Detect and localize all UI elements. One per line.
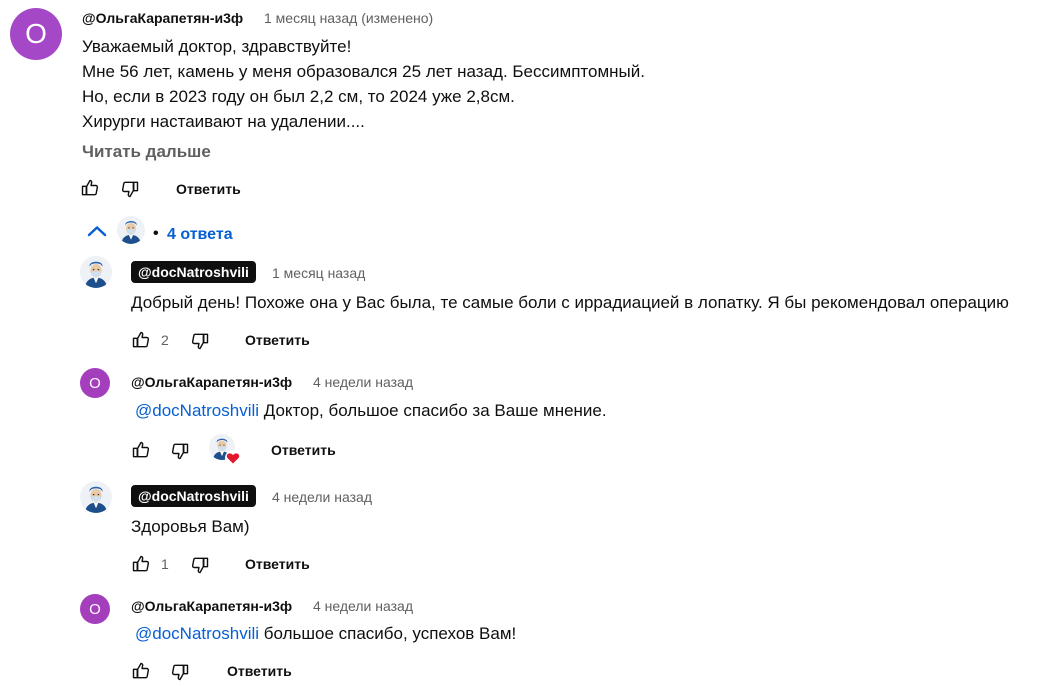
comment-author[interactable]: @ОльгаКарапетян-и3ф xyxy=(82,10,243,26)
comment-text-body: большое спасибо, успехов Вам! xyxy=(259,624,517,643)
avatar[interactable]: О xyxy=(80,594,110,624)
like-icon[interactable] xyxy=(80,178,100,198)
dislike-icon[interactable] xyxy=(190,555,210,575)
comment-timestamp[interactable]: 4 недели назад xyxy=(313,374,413,390)
avatar[interactable] xyxy=(80,481,112,513)
comment-author[interactable]: @ОльгаКарапетян-и3ф xyxy=(131,598,292,614)
like-icon[interactable] xyxy=(131,330,151,350)
reply-button[interactable]: Ответить xyxy=(245,332,310,348)
comment-text-line: Хирурги настаивают на удалении.... xyxy=(82,112,365,131)
comment-timestamp[interactable]: 4 недели назад xyxy=(313,598,413,614)
avatar[interactable] xyxy=(80,256,112,288)
like-icon[interactable] xyxy=(131,554,151,574)
comment-text: Здоровья Вам) xyxy=(131,517,250,536)
creator-badge[interactable]: @docNatroshvili xyxy=(131,485,256,507)
comment-text: @docNatroshvili большое спасибо, успехов… xyxy=(135,621,516,647)
replies-toggle[interactable]: • 4 ответа xyxy=(84,214,244,250)
dislike-icon[interactable] xyxy=(170,662,190,682)
avatar[interactable]: О xyxy=(10,8,62,60)
creator-badge[interactable]: @docNatroshvili xyxy=(131,261,256,283)
comment-text-line: Уважаемый доктор, здравствуйте! xyxy=(82,37,352,56)
comment-timestamp[interactable]: 1 месяц назад xyxy=(272,265,365,281)
read-more-link[interactable]: Читать дальше xyxy=(82,142,211,162)
reply-button[interactable]: Ответить xyxy=(271,442,336,458)
avatar-letter: О xyxy=(89,374,101,392)
chevron-up-icon xyxy=(86,224,108,238)
like-icon[interactable] xyxy=(131,661,151,681)
reply-button[interactable]: Ответить xyxy=(227,663,292,679)
avatar-letter: О xyxy=(25,18,47,49)
comment-timestamp[interactable]: 1 месяц назад (изменено) xyxy=(264,10,433,26)
comment-timestamp[interactable]: 4 недели назад xyxy=(272,489,372,505)
like-icon[interactable] xyxy=(131,440,151,460)
comment-text: Добрый день! Похоже она у Вас была, те с… xyxy=(131,293,1009,312)
reply-button[interactable]: Ответить xyxy=(176,181,241,197)
dislike-icon[interactable] xyxy=(170,441,190,461)
mention-link[interactable]: @docNatroshvili xyxy=(135,624,259,643)
doctor-avatar xyxy=(117,216,145,244)
replies-bullet: • xyxy=(153,225,159,242)
avatar[interactable]: О xyxy=(80,368,110,398)
like-count: 2 xyxy=(161,332,169,348)
comment-text: @docNatroshvili Доктор, большое спасибо … xyxy=(135,398,607,424)
dislike-icon[interactable] xyxy=(190,331,210,351)
reply-button[interactable]: Ответить xyxy=(245,556,310,572)
heart-icon xyxy=(225,450,241,466)
comment-text-line: Но, если в 2023 году он был 2,2 см, то 2… xyxy=(82,87,515,106)
comment-text-line: Мне 56 лет, камень у меня образовался 25… xyxy=(82,62,645,81)
creator-heart xyxy=(209,434,241,466)
avatar-letter: О xyxy=(89,600,101,618)
like-count: 1 xyxy=(161,556,169,572)
dislike-icon[interactable] xyxy=(120,179,140,199)
comment-author[interactable]: @ОльгаКарапетян-и3ф xyxy=(131,374,292,390)
comment-text-body: Доктор, большое спасибо за Ваше мнение. xyxy=(259,401,607,420)
mention-link[interactable]: @docNatroshvili xyxy=(135,401,259,420)
replies-count: 4 ответа xyxy=(167,226,233,243)
